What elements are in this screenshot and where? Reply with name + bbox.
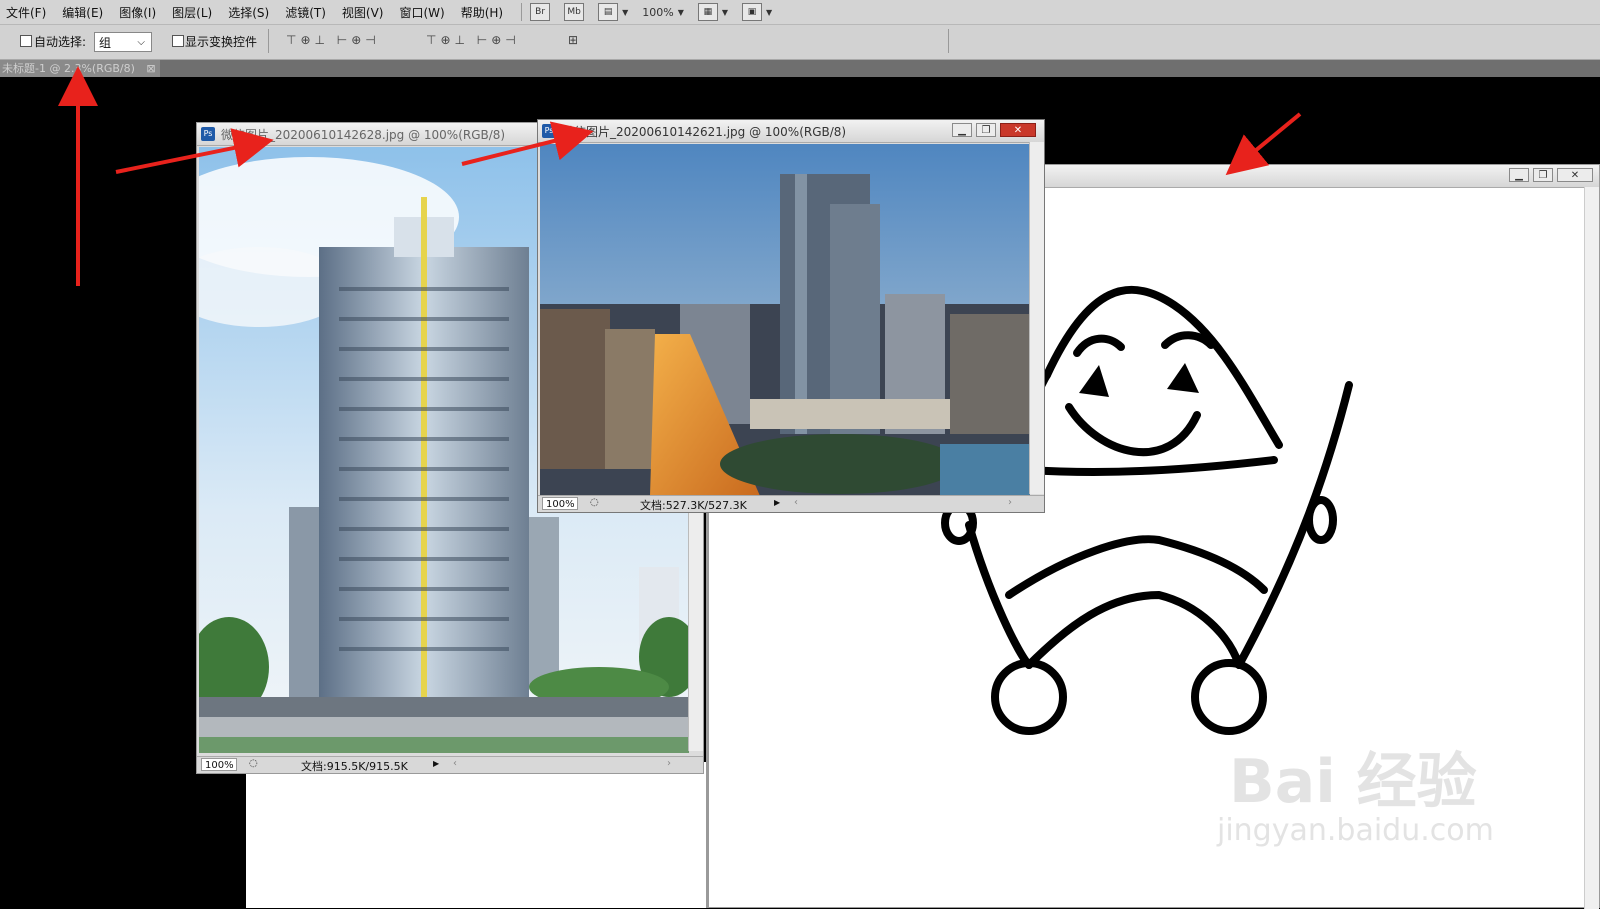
- annotation-arrow-left-window: [115, 128, 274, 174]
- annotation-overlay: [58, 66, 1302, 286]
- annotation-arrow-right-window: [461, 121, 594, 166]
- annotation-arrow-background-window: [1225, 112, 1302, 176]
